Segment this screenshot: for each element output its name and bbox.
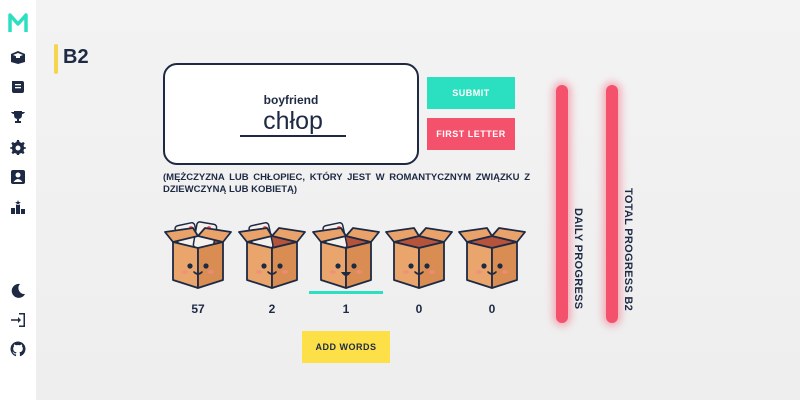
answer-input[interactable] <box>240 107 346 137</box>
first-letter-button[interactable]: FIRST LETTER <box>427 118 515 150</box>
word-card: boyfriend <box>163 63 419 165</box>
daily-progress-label: DAILY PROGRESS <box>572 208 584 310</box>
word-box-4[interactable] <box>384 218 454 290</box>
box-icon <box>238 222 306 289</box>
word-definition: (mężczyzna lub chłopiec, który jest w ro… <box>163 172 530 195</box>
total-progress-label: TOTAL PROGRESS B2 <box>622 188 634 312</box>
github-link[interactable] <box>0 336 36 362</box>
word-box-5[interactable] <box>457 218 527 290</box>
leaderboard-icon <box>11 200 25 214</box>
logo-m-icon <box>8 13 28 32</box>
translation-hint: boyfriend <box>263 93 319 107</box>
box-icon <box>11 51 25 64</box>
box-count-3: 1 <box>342 302 350 316</box>
selected-box-indicator <box>309 291 383 294</box>
sidebar-item-settings[interactable] <box>0 134 36 160</box>
gear-icon <box>10 140 26 155</box>
sidebar-item-boxes[interactable] <box>0 44 36 70</box>
box-icon <box>458 227 526 289</box>
theme-toggle[interactable] <box>0 278 36 304</box>
total-progress-bar <box>606 85 618 323</box>
logout-button[interactable] <box>0 307 36 333</box>
sidebar-item-leaderboard[interactable] <box>0 194 36 220</box>
level-label: B2 <box>63 46 89 68</box>
github-icon <box>10 341 26 357</box>
box-count-1: 57 <box>191 302 205 316</box>
moon-icon <box>11 283 25 298</box>
box-count-2: 2 <box>268 302 276 316</box>
box-count-4: 0 <box>415 302 423 316</box>
word-box-1[interactable] <box>163 218 233 290</box>
box-icon <box>385 227 453 289</box>
sidebar-item-words[interactable] <box>0 74 36 100</box>
profile-icon <box>11 170 25 184</box>
sidebar-item-profile[interactable] <box>0 164 36 190</box>
trophy-icon <box>11 111 25 123</box>
box-icon <box>164 221 232 289</box>
level-accent-bar <box>54 44 58 74</box>
box-icon <box>312 222 380 289</box>
app-logo[interactable] <box>7 10 29 36</box>
scroll-icon <box>12 81 24 93</box>
word-box-3[interactable] <box>311 218 381 290</box>
daily-progress-bar <box>556 85 568 323</box>
box-count-5: 0 <box>488 302 496 316</box>
word-box-2[interactable] <box>237 218 307 290</box>
sidebar-item-achievements[interactable] <box>0 104 36 130</box>
sidebar <box>0 0 36 400</box>
logout-icon <box>11 313 25 327</box>
submit-button[interactable]: SUBMIT <box>427 77 515 109</box>
add-words-button[interactable]: ADD WORDS <box>302 331 390 363</box>
